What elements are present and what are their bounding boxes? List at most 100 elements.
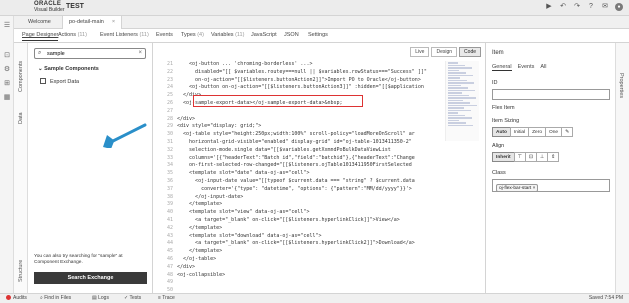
- tab-general[interactable]: General: [492, 64, 512, 71]
- tab-data[interactable]: Data: [14, 109, 28, 127]
- clear-icon[interactable]: ×: [138, 50, 142, 56]
- tab-variables[interactable]: Variables (11): [211, 32, 244, 38]
- align-stretch-icon[interactable]: ⇕: [547, 152, 560, 162]
- logs-tab[interactable]: ▤ Logs: [92, 295, 109, 301]
- code-line[interactable]: horizontal-grid-visible="enabled" displa…: [177, 139, 442, 147]
- sizing-one[interactable]: One: [545, 127, 563, 137]
- edit-icon[interactable]: ✎: [561, 127, 574, 137]
- line-number: 46: [166, 255, 173, 262]
- code-line[interactable]: <oj-button ... 'chroming-borderless' ...…: [177, 61, 442, 69]
- tab-event-listeners[interactable]: Event Listeners (11): [100, 32, 149, 38]
- class-chip[interactable]: oj-flex-bar-start ×: [496, 184, 539, 192]
- sizing-zero[interactable]: Zero: [528, 127, 546, 137]
- code-line[interactable]: <oj-input-date value="[[typeof $current.…: [177, 178, 442, 186]
- code-line[interactable]: <oj-table style="height:250px;width:100%…: [177, 131, 442, 139]
- logs-label: Logs: [98, 295, 109, 301]
- error-icon: [6, 295, 11, 300]
- component-label: Export Data: [50, 79, 80, 85]
- align-inherit[interactable]: Inherit: [492, 152, 515, 162]
- code-line[interactable]: <oj-button on-oj-action="[[$listeners.bu…: [177, 84, 442, 92]
- search-input[interactable]: [47, 50, 132, 58]
- web-apps-icon[interactable]: ⊡: [3, 52, 11, 60]
- file-tab-welcome[interactable]: Welcome: [22, 16, 57, 29]
- components-icon[interactable]: ⊞: [3, 80, 11, 88]
- code-line[interactable]: <template slot="view" data-oj-as="cell">: [177, 209, 442, 217]
- tab-components[interactable]: Components: [14, 51, 28, 101]
- tab-types[interactable]: Types (4): [181, 32, 204, 38]
- code-line[interactable]: </oj-input-date>: [177, 194, 442, 202]
- tab-actions[interactable]: Actions (11): [58, 32, 87, 38]
- line-number: 49: [166, 279, 173, 286]
- tab-page-designer[interactable]: Page Designer: [22, 32, 59, 41]
- code-line[interactable]: converter='{"type": "datetime", "options…: [177, 186, 442, 194]
- code-mode-button[interactable]: Code: [459, 47, 481, 57]
- search-exchange-button[interactable]: Search Exchange: [34, 272, 147, 284]
- file-tab-po-detail-main[interactable]: po-detail-main ×: [62, 16, 123, 30]
- design-mode-button[interactable]: Design: [431, 47, 458, 57]
- tab-count: (11): [139, 32, 149, 38]
- oracle-logo: ORACLE Visual Builder: [34, 1, 64, 13]
- code-line[interactable]: disabled="[[ $variables.routey===null ||…: [177, 69, 442, 77]
- tab-settings[interactable]: Settings: [308, 32, 328, 38]
- tab-javascript[interactable]: JavaScript: [251, 32, 277, 38]
- line-number: 26: [166, 99, 173, 106]
- minimap-line: [448, 89, 475, 91]
- code-line[interactable]: </oj-table>: [177, 256, 442, 264]
- notification-icon[interactable]: ✉: [601, 3, 609, 11]
- tab-label: Types: [181, 32, 196, 38]
- audits-tab[interactable]: Audits: [6, 295, 27, 301]
- layouts-icon[interactable]: ▦: [3, 94, 11, 102]
- code-line[interactable]: on-first-selected-row-changed="[[$listen…: [177, 162, 442, 170]
- code-line[interactable]: <div style="display: grid;">: [177, 123, 442, 131]
- code-line[interactable]: <template slot="download" data-oj-as="ce…: [177, 233, 442, 241]
- code-line[interactable]: <oj-collapsible>: [177, 272, 442, 280]
- code-line[interactable]: columns='[{"headerText":"Batch id","fiel…: [177, 155, 442, 163]
- id-field[interactable]: [492, 89, 610, 100]
- live-mode-button[interactable]: Live: [410, 47, 430, 57]
- code-line[interactable]: </template>: [177, 225, 442, 233]
- code-line[interactable]: <template slot="date" data-oj-as="cell">: [177, 170, 442, 178]
- undo-icon[interactable]: ↶: [559, 3, 567, 11]
- component-group[interactable]: ⌄ Sample Components: [38, 66, 99, 72]
- trace-tab[interactable]: ≡ Trace: [158, 295, 175, 301]
- close-icon[interactable]: ×: [112, 19, 115, 25]
- item-sizing-options: Auto Initial Zero One ✎: [492, 127, 574, 137]
- avatar[interactable]: ●: [615, 3, 623, 11]
- remove-icon[interactable]: ×: [533, 186, 536, 191]
- component-export-data[interactable]: Export Data: [40, 78, 150, 87]
- designer-tabs: Page Designer Actions (11) Event Listene…: [14, 29, 629, 43]
- code-line[interactable]: </template>: [177, 248, 442, 256]
- play-icon[interactable]: ▶: [545, 3, 553, 11]
- code-line[interactable]: on-oj-action="[[$listeners.buttonAction2…: [177, 77, 442, 85]
- code-line[interactable]: <a target="_blank" on-click="[[$listener…: [177, 217, 442, 225]
- line-number: 30: [166, 131, 173, 138]
- top-header: ORACLE Visual Builder TEST ▶ ↶ ↷ ? ✉ ●: [0, 0, 629, 16]
- minimap-line: [448, 82, 474, 84]
- component-search[interactable]: ⌕ ×: [34, 48, 146, 59]
- code-line[interactable]: </template>: [177, 201, 442, 209]
- app-name: TEST: [66, 3, 84, 10]
- code-line[interactable]: </div>: [177, 116, 442, 124]
- tab-properties[interactable]: Properties: [618, 73, 624, 98]
- code-line[interactable]: <a target="_blank" on-click="[[$listener…: [177, 240, 442, 248]
- code-line[interactable]: </div>: [177, 264, 442, 272]
- navigator-rail: ☰ ⊡ ⚙ ⊞ ▦: [0, 16, 14, 293]
- services-icon[interactable]: ⚙: [3, 66, 11, 74]
- code-minimap[interactable]: [445, 61, 479, 141]
- code-line[interactable]: selection-mode.single data="[[$variables…: [177, 147, 442, 155]
- tab-events[interactable]: Events: [156, 32, 173, 38]
- tab-structure[interactable]: Structure: [14, 253, 28, 289]
- sizing-initial[interactable]: Initial: [509, 127, 530, 137]
- help-icon[interactable]: ?: [587, 3, 595, 11]
- sizing-auto[interactable]: Auto: [492, 127, 511, 137]
- tab-json[interactable]: JSON: [284, 32, 299, 38]
- tab-events[interactable]: Events: [518, 64, 535, 71]
- menu-icon[interactable]: ☰: [3, 22, 11, 30]
- tab-all[interactable]: All: [540, 64, 546, 71]
- find-in-files-tab[interactable]: ⌕ Find in Files: [40, 295, 71, 301]
- tests-tab[interactable]: ✓ Tests: [124, 295, 141, 301]
- redo-icon[interactable]: ↷: [573, 3, 581, 11]
- minimap-line: [448, 79, 467, 81]
- code-line[interactable]: [177, 108, 442, 116]
- code-line[interactable]: [177, 279, 442, 287]
